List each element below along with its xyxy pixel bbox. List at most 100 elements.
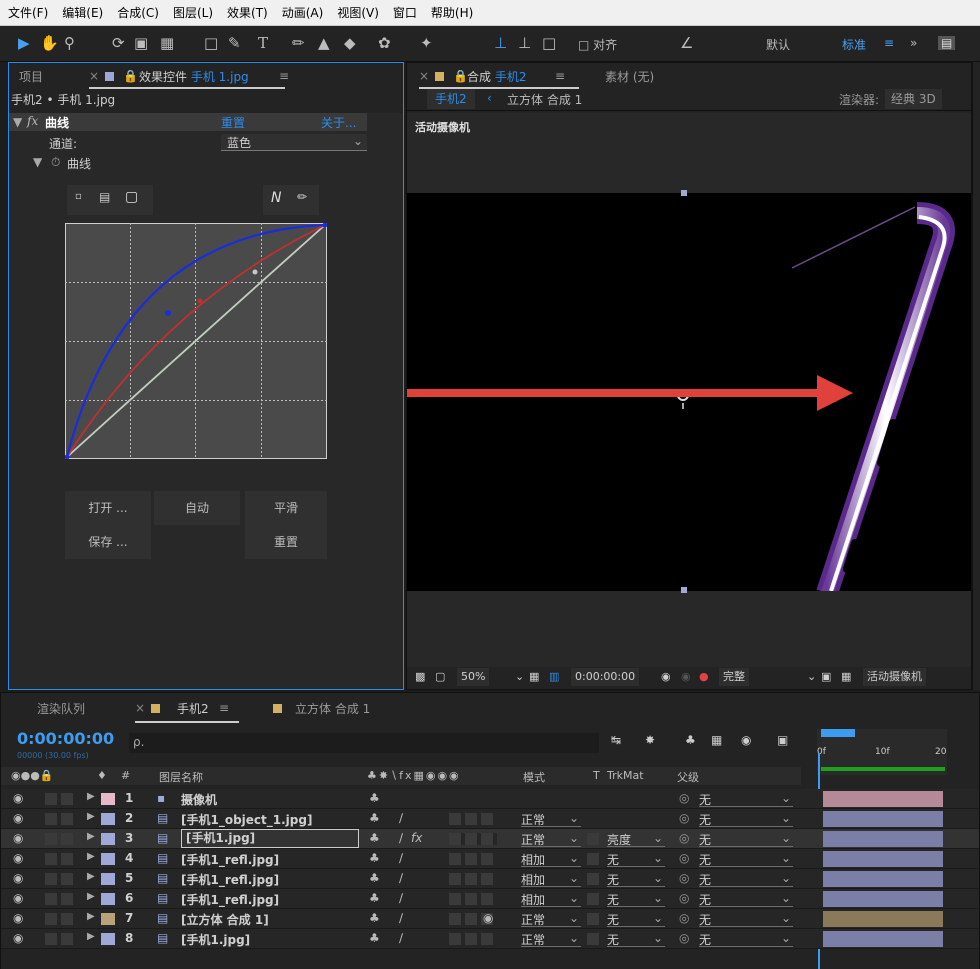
- eye-icon[interactable]: ◉: [13, 911, 23, 925]
- label-color-swatch[interactable]: [101, 813, 115, 825]
- switch-boxes[interactable]: [449, 853, 497, 865]
- layer-row[interactable]: ◉ ▶ 4 ▤ [手机1_refl.jpg] ♣ ∕ 相加 ⌄ 无 ⌄ ◎ 无 ⌄: [1, 849, 979, 869]
- pickwhip-icon[interactable]: ◎: [679, 851, 689, 865]
- comp-panel-menu-icon[interactable]: ≡: [555, 69, 565, 83]
- comp-lock-icon[interactable]: 🔒: [453, 69, 468, 83]
- preserve-box[interactable]: [587, 893, 599, 905]
- layer-name[interactable]: [手机1.jpg]: [181, 829, 359, 848]
- expand-curve-icon[interactable]: ▼: [33, 155, 42, 169]
- local-axis-icon[interactable]: ⊥: [494, 34, 507, 52]
- fx-switch-icon[interactable]: fx: [411, 831, 422, 845]
- timeline-timecode[interactable]: 0:00:00:00: [17, 729, 114, 748]
- text-tool-icon[interactable]: T: [258, 34, 268, 52]
- menu-animation[interactable]: 动画(A): [282, 4, 324, 21]
- pickwhip-icon[interactable]: ◎: [679, 871, 689, 885]
- solo-box[interactable]: [45, 853, 57, 865]
- menu-effect[interactable]: 效果(T): [227, 4, 268, 21]
- preserve-box[interactable]: [587, 933, 599, 945]
- parent-dropdown[interactable]: 无 ⌄: [699, 831, 793, 847]
- label-color-swatch[interactable]: [101, 833, 115, 845]
- trkmat-dropdown[interactable]: 亮度 ⌄: [607, 831, 665, 847]
- switch-boxes[interactable]: [449, 813, 497, 825]
- snapshot-icon[interactable]: ◉: [661, 670, 671, 683]
- expand-layer-icon[interactable]: ▶: [87, 831, 95, 842]
- trkmat-dropdown[interactable]: 无 ⌄: [607, 931, 665, 947]
- medium-size-icon[interactable]: ▤: [99, 190, 110, 204]
- menu-help[interactable]: 帮助(H): [431, 4, 473, 21]
- label-color-swatch[interactable]: [101, 933, 115, 945]
- tab-footage[interactable]: 素材 (无): [605, 68, 654, 85]
- shy-switch-icon[interactable]: ♣: [369, 911, 380, 925]
- workspace-standard[interactable]: 标准: [842, 36, 866, 53]
- layer-duration-bar[interactable]: [823, 851, 943, 867]
- layer-row[interactable]: ◉ ▶ 7 ▤ [立方体 合成 1] ♣ ∕ ◉ 正常 ⌄ 无 ⌄ ◎ 无 ⌄: [1, 909, 979, 929]
- quality-switch-icon[interactable]: ∕: [399, 811, 403, 825]
- solo-box[interactable]: [45, 913, 57, 925]
- shy-switch-icon[interactable]: ♣: [369, 831, 380, 845]
- eye-icon[interactable]: ◉: [13, 811, 23, 825]
- layer-row[interactable]: ◉ ▶ 5 ▤ [手机1_refl.jpg] ♣ ∕ 相加 ⌄ 无 ⌄ ◎ 无 ⌄: [1, 869, 979, 889]
- quality-switch-icon[interactable]: ∕: [399, 931, 403, 945]
- workspace-menu-icon[interactable]: ≡: [884, 36, 894, 50]
- reset-link[interactable]: 重置: [221, 114, 245, 131]
- parent-dropdown[interactable]: 无 ⌄: [699, 791, 793, 807]
- label-color-swatch[interactable]: [101, 793, 115, 805]
- layer-duration-bar[interactable]: [823, 871, 943, 887]
- shy-switch-icon[interactable]: ♣: [369, 891, 380, 905]
- timecode-field[interactable]: 0:00:00:00: [571, 668, 640, 686]
- expand-layer-icon[interactable]: ▶: [87, 811, 95, 822]
- layer-row[interactable]: ◉ ▶ 3 ▤ [手机1.jpg] ♣ ∕ fx 正常 ⌄ 亮度 ⌄ ◎ 无 ⌄: [1, 829, 979, 849]
- renderer-value[interactable]: 经典 3D: [885, 89, 942, 109]
- channel-select[interactable]: 蓝色 ⌄: [221, 134, 367, 151]
- auto-button[interactable]: 自动: [154, 491, 240, 525]
- world-axis-icon[interactable]: ⊥: [518, 34, 531, 52]
- small-size-icon[interactable]: ▫: [75, 191, 82, 202]
- close-timeline-icon[interactable]: ×: [135, 701, 145, 715]
- crumb-next[interactable]: 立方体 合成 1: [507, 91, 582, 108]
- close-icon[interactable]: ×: [89, 69, 99, 83]
- roi-icon[interactable]: ▣: [821, 670, 831, 683]
- layer-duration-bar[interactable]: [823, 891, 943, 907]
- tab-timeline-comp[interactable]: 手机2: [177, 700, 209, 717]
- lock-box[interactable]: [61, 893, 73, 905]
- layer-row[interactable]: ◉ ▶ 8 ▤ [手机1.jpg] ♣ ∕ 正常 ⌄ 无 ⌄ ◎ 无 ⌄: [1, 929, 979, 949]
- tab-effect-controls[interactable]: 效果控件 手机 1.jpg: [139, 68, 249, 85]
- pickwhip-icon[interactable]: ◎: [679, 791, 689, 805]
- quality-switch-icon[interactable]: ∕: [399, 851, 403, 865]
- 3d-layer-icon[interactable]: ◉: [483, 911, 493, 925]
- lock-box[interactable]: [61, 933, 73, 945]
- solo-box[interactable]: [45, 873, 57, 885]
- pickwhip-icon[interactable]: ◎: [679, 811, 689, 825]
- snap-checkbox[interactable]: □ 对齐: [578, 36, 617, 53]
- pen-tool-icon[interactable]: ✎: [228, 34, 241, 52]
- expand-layer-icon[interactable]: ▶: [87, 791, 95, 802]
- preserve-box[interactable]: [587, 913, 599, 925]
- quality-switch-icon[interactable]: ∕: [399, 871, 403, 885]
- parent-dropdown[interactable]: 无 ⌄: [699, 911, 793, 927]
- eye-icon[interactable]: ◉: [13, 851, 23, 865]
- mask-icon[interactable]: ▥: [549, 670, 559, 683]
- eye-icon[interactable]: ◉: [13, 931, 23, 945]
- view-select[interactable]: 活动摄像机: [863, 668, 926, 686]
- preview-icon[interactable]: ▩: [415, 670, 425, 683]
- large-size-icon[interactable]: ▢: [125, 189, 138, 205]
- switch-boxes[interactable]: [449, 873, 497, 885]
- tab-other-comp[interactable]: 立方体 合成 1: [295, 700, 370, 717]
- bezier-curve-icon[interactable]: N: [271, 190, 281, 206]
- parent-dropdown[interactable]: 无 ⌄: [699, 851, 793, 867]
- parent-dropdown[interactable]: 无 ⌄: [699, 891, 793, 907]
- about-link[interactable]: 关于...: [321, 114, 356, 131]
- snap-icon[interactable]: ∠: [680, 34, 693, 52]
- layer-name[interactable]: 摄像机: [181, 791, 217, 808]
- mode-dropdown[interactable]: 正常 ⌄: [521, 831, 581, 847]
- hand-tool-icon[interactable]: ✋: [40, 34, 59, 52]
- camera-tool-icon[interactable]: ▣: [134, 34, 148, 52]
- menu-layer[interactable]: 图层(L): [173, 4, 213, 21]
- layer-name[interactable]: [手机1_refl.jpg]: [181, 851, 279, 868]
- layer-duration-bar[interactable]: [823, 831, 943, 847]
- eye-icon[interactable]: ◉: [13, 831, 23, 845]
- menu-edit[interactable]: 编辑(E): [62, 4, 103, 21]
- draft-3d-icon[interactable]: ✸: [645, 733, 655, 747]
- reset-button[interactable]: 重置: [245, 525, 327, 559]
- curves-graph[interactable]: [65, 223, 327, 459]
